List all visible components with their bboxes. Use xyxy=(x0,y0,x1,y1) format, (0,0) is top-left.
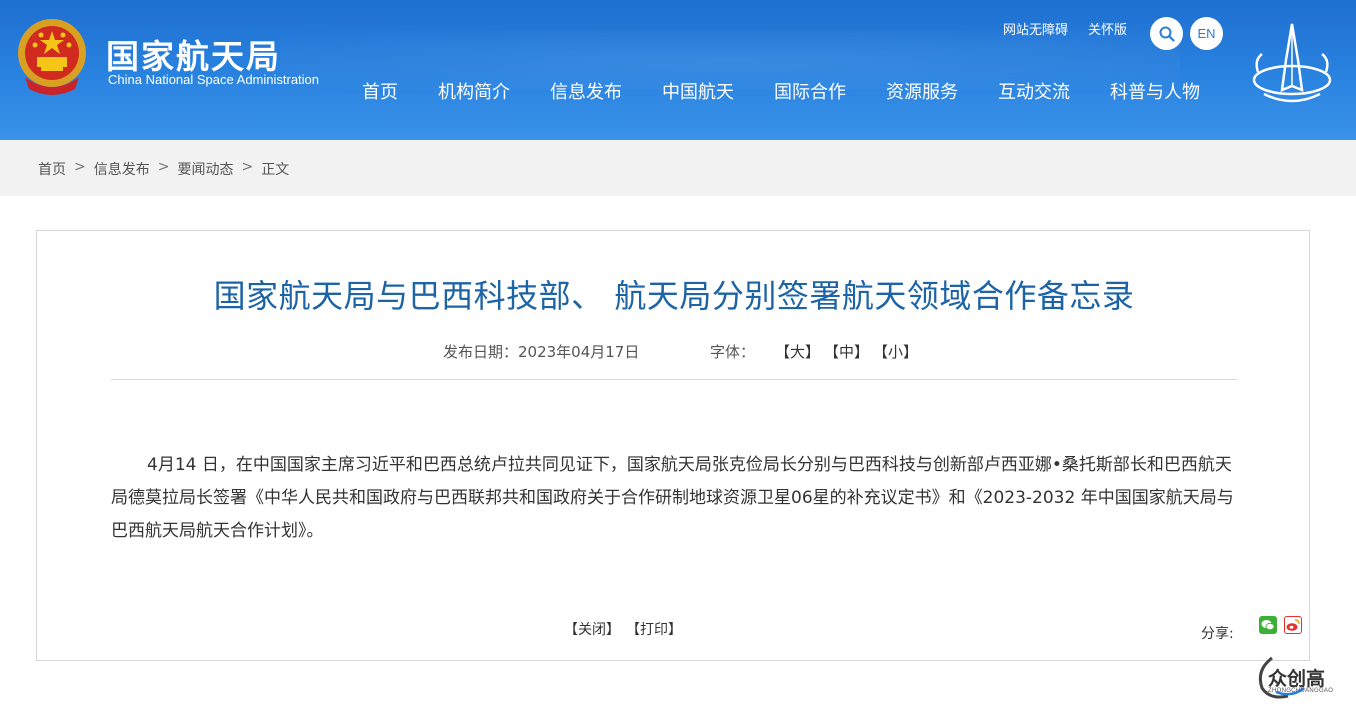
site-logo-english[interactable]: China National Space Administration xyxy=(108,72,319,87)
font-size-large[interactable]: 【大】 xyxy=(775,341,820,362)
divider xyxy=(111,379,1237,380)
breadcrumb-bar: 首页 > 信息发布 > 要闻动态 > 正文 xyxy=(0,140,1356,196)
breadcrumb-news[interactable]: 信息发布 xyxy=(94,159,150,179)
site-logo-chinese[interactable]: 国家航天局 xyxy=(106,30,281,78)
cnsa-logo-icon xyxy=(1252,23,1332,103)
font-size-label: 字体： xyxy=(710,343,756,361)
weibo-glyph xyxy=(1286,619,1300,631)
wechat-glyph xyxy=(1261,620,1275,631)
nav-item-news[interactable]: 信息发布 xyxy=(550,78,622,104)
nav-item-international[interactable]: 国际合作 xyxy=(774,78,846,104)
print-button[interactable]: 【打印】 xyxy=(626,619,682,639)
watermark-subtext: ZHONGCHUANGGAO xyxy=(1268,688,1334,694)
article-body: 4月14 日，在中国国家主席习近平和巴西总统卢拉共同见证下，国家航天局张克俭局长… xyxy=(111,455,1234,541)
accessibility-link[interactable]: 网站无障碍 xyxy=(1003,19,1068,38)
main-nav: 首页 机构简介 信息发布 中国航天 国际合作 资源服务 互动交流 科普与人物 xyxy=(362,78,1240,104)
breadcrumb-separator: > xyxy=(157,159,170,175)
care-mode-link[interactable]: 关怀版 xyxy=(1088,19,1127,38)
national-emblem-icon[interactable] xyxy=(15,15,89,97)
search-icon xyxy=(1159,26,1175,42)
nav-item-home[interactable]: 首页 xyxy=(362,78,398,104)
nav-item-resources[interactable]: 资源服务 xyxy=(886,78,958,104)
article-title: 国家航天局与巴西科技部、 航天局分别签署航天领域合作备忘录 xyxy=(213,277,1135,315)
breadcrumb-separator: > xyxy=(241,159,254,175)
wechat-icon[interactable] xyxy=(1259,616,1277,634)
breadcrumb-headlines[interactable]: 要闻动态 xyxy=(177,159,233,179)
breadcrumb-current: 正文 xyxy=(261,162,290,178)
watermark-text: 众创高 xyxy=(1268,668,1326,690)
close-button[interactable]: 【关闭】 xyxy=(564,619,620,639)
site-header: 国家航天局 China National Space Administratio… xyxy=(0,0,1356,140)
nav-item-about[interactable]: 机构简介 xyxy=(438,78,510,104)
font-size-small[interactable]: 【小】 xyxy=(873,341,918,362)
breadcrumb-separator: > xyxy=(74,159,86,175)
font-size-selector: 字体： 【大】 【中】 【小】 xyxy=(710,341,918,362)
nav-item-science[interactable]: 科普与人物 xyxy=(1110,78,1200,104)
font-size-medium[interactable]: 【中】 xyxy=(824,341,869,362)
weibo-icon[interactable] xyxy=(1284,616,1302,634)
top-links: 网站无障碍 关怀版 xyxy=(1003,19,1127,38)
share-label: 分享: xyxy=(1201,626,1234,642)
publish-date: 发布日期：2023年04月17日 xyxy=(443,343,640,361)
breadcrumb-home[interactable]: 首页 xyxy=(38,159,66,179)
article-container: 国家航天局与巴西科技部、 航天局分别签署航天领域合作备忘录 发布日期：2023年… xyxy=(36,230,1310,661)
nav-item-china-space[interactable]: 中国航天 xyxy=(662,78,734,104)
breadcrumb: 首页 > 信息发布 > 要闻动态 > 正文 xyxy=(38,159,289,179)
search-button[interactable] xyxy=(1150,17,1183,50)
english-version-button[interactable]: EN xyxy=(1190,17,1223,50)
article-actions: 【关闭】 【打印】 xyxy=(564,619,682,639)
nav-item-interaction[interactable]: 互动交流 xyxy=(998,78,1070,104)
